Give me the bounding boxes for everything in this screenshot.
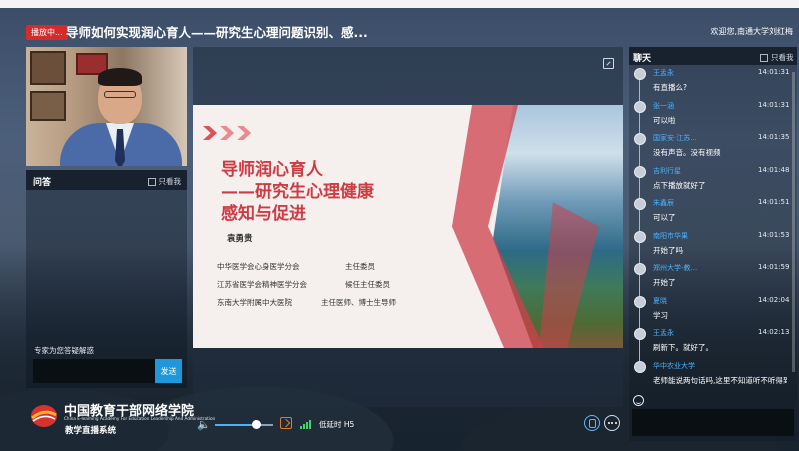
user-avatar-icon: [634, 295, 646, 308]
chat-message-time: 14:01:51: [758, 198, 790, 206]
chat-message: 吉利行星 14:01:48 点下播放就好了: [629, 163, 789, 197]
quality-switch-icon[interactable]: [280, 417, 292, 429]
chat-panel-title: 聊天: [633, 54, 652, 64]
emoji-icon[interactable]: [633, 395, 644, 406]
chat-scrollbar[interactable]: [792, 72, 795, 372]
chat-message-time: 14:01:48: [758, 165, 790, 174]
user-avatar-icon: [634, 133, 646, 145]
chat-message-text: 可以啦: [653, 115, 676, 125]
raise-hand-icon[interactable]: [584, 415, 600, 431]
chat-message: 王孟永 14:02:13 刷新下。就好了。: [629, 325, 789, 359]
qa-panel-header: 问答 只看我: [26, 170, 187, 190]
qa-hint-text: 专家为您答疑解惑: [34, 346, 94, 355]
chat-message-input[interactable]: [632, 409, 794, 436]
user-avatar-icon: [634, 263, 646, 275]
user-avatar-icon: [634, 100, 646, 113]
chevron-icon: [220, 126, 235, 140]
chat-message-text: 点下播放就好了: [653, 180, 706, 190]
chat-only-me-toggle[interactable]: 只看我: [760, 52, 794, 63]
volume-slider-fill: [215, 424, 257, 426]
chat-message-author[interactable]: 朱鑫辰: [653, 198, 674, 208]
chat-message: 郑州大学-教... 14:01:59 开始了: [629, 260, 789, 294]
slide-title-line3: 感知与促进: [221, 204, 306, 224]
chat-message-time: 14:01:31: [758, 100, 790, 109]
live-status-badge: 播放中...: [26, 25, 68, 40]
chat-message-text: 没有声音。没有视频: [653, 148, 721, 157]
chat-message-author[interactable]: 华中农业大学: [653, 361, 695, 371]
qa-question-input[interactable]: [33, 359, 155, 383]
chat-message-time: 14:01:59: [758, 263, 790, 271]
chat-message: 王孟永 14:01:31 有直播么?: [629, 65, 789, 99]
chat-message: 张一涵 14:01:31 可以啦: [629, 98, 789, 132]
chat-message-author[interactable]: 张一涵: [653, 101, 674, 111]
latency-mode-label[interactable]: 低延时 H5: [319, 419, 354, 430]
slide-author: 袁勇贵: [227, 234, 253, 244]
chat-only-me-label: 只看我: [771, 53, 794, 62]
slide-affiliation-role: 候任主任委员: [345, 280, 390, 289]
chat-message: 华中农业大学老师能说两句话吗,这里不知道听不听得到: [629, 358, 789, 392]
more-options-icon[interactable]: [604, 415, 620, 431]
fullscreen-icon[interactable]: [603, 58, 614, 69]
chat-message: 南阳市华果 14:01:53 开始了吗: [629, 228, 789, 262]
chat-only-me-checkbox[interactable]: [760, 53, 768, 62]
chat-message-author[interactable]: 郑州大学-教...: [653, 263, 697, 273]
qa-only-me-label: 只看我: [158, 177, 182, 186]
chat-message-text: 开始了吗: [653, 245, 683, 255]
chat-message: 朱鑫辰 14:01:51 可以了: [629, 195, 789, 229]
teacher-camera-video: [26, 47, 187, 166]
chat-message-time: 14:02:04: [758, 295, 790, 304]
browser-top-strip: [0, 0, 799, 8]
chat-message-author[interactable]: 国家安·江苏...: [653, 133, 697, 143]
chat-message: 夏晓 14:02:04 学习: [629, 293, 789, 327]
chat-message-text: 学习: [653, 310, 668, 320]
slide-chevrons: [203, 125, 252, 144]
user-avatar-icon: [634, 328, 646, 340]
presenter-glasses: [104, 91, 136, 98]
bookshelf: [30, 51, 66, 85]
chat-message-author[interactable]: 南阳市华果: [653, 231, 688, 241]
qa-only-me-toggle[interactable]: 只看我: [147, 176, 182, 187]
chat-message-author[interactable]: 吉利行星: [653, 166, 681, 176]
chat-message-author[interactable]: 夏晓: [653, 296, 667, 306]
chat-message-author[interactable]: 王孟永: [653, 68, 674, 78]
chat-message-text: 刷新下。就好了。: [653, 343, 713, 352]
signal-strength-icon: [300, 419, 311, 429]
user-avatar-icon: [634, 68, 646, 80]
user-avatar-icon: [634, 230, 646, 243]
chat-message-text: 老师能说两句话吗,这里不知道听不听得到: [653, 375, 787, 385]
header: 播放中... 导师如何实现润心育人——研究生心理问题识别、感... 欢迎您,南通…: [0, 14, 799, 48]
slide-affiliation-role: 主任委员: [345, 262, 375, 271]
chat-message-text: 开始了: [653, 278, 676, 287]
user-avatar-icon: [634, 360, 646, 373]
qa-send-button[interactable]: 发送: [155, 359, 182, 383]
chat-message-author[interactable]: 王孟永: [653, 328, 674, 338]
chat-message-time: 14:01:53: [758, 230, 790, 239]
chat-message-time: 14:02:13: [758, 328, 790, 336]
user-avatar-icon: [634, 165, 646, 178]
slide-affiliation: 江苏省医学会精神医学分会: [217, 280, 307, 289]
chevron-icon: [203, 126, 217, 140]
bookshelf-lower: [30, 91, 66, 121]
chat-message-text: 可以了: [653, 213, 676, 222]
academy-logo-icon: [31, 405, 57, 427]
presentation-slide: 导师润心育人 ——研究生心理健康 感知与促进 袁勇贵 中华医学会心身医学分会 主…: [193, 105, 623, 348]
volume-icon[interactable]: 🔈: [197, 418, 211, 431]
system-name: 教学直播系统: [65, 426, 117, 436]
chat-message: 国家安·江苏... 14:01:35 没有声音。没有视频: [629, 130, 789, 164]
chat-message-time: 14:01:35: [758, 133, 790, 141]
qa-panel-title: 问答: [33, 178, 52, 188]
page-title: 导师如何实现润心育人——研究生心理问题识别、感...: [66, 25, 368, 40]
chat-message-time: 14:01:31: [758, 68, 790, 76]
presenter-hair: [98, 68, 142, 86]
slide-affiliation-role: 主任医师、博士生导师: [321, 298, 396, 307]
welcome-user-text: 欢迎您,南通大学刘红梅: [710, 27, 793, 36]
slide-affiliation: 东南大学附属中大医院: [217, 298, 292, 307]
qa-only-me-checkbox[interactable]: [147, 177, 156, 186]
chevron-icon: [237, 126, 252, 140]
chat-message-text: 有直播么?: [653, 83, 687, 92]
user-avatar-icon: [634, 198, 646, 210]
slide-affiliation: 中华医学会心身医学分会: [217, 262, 300, 271]
